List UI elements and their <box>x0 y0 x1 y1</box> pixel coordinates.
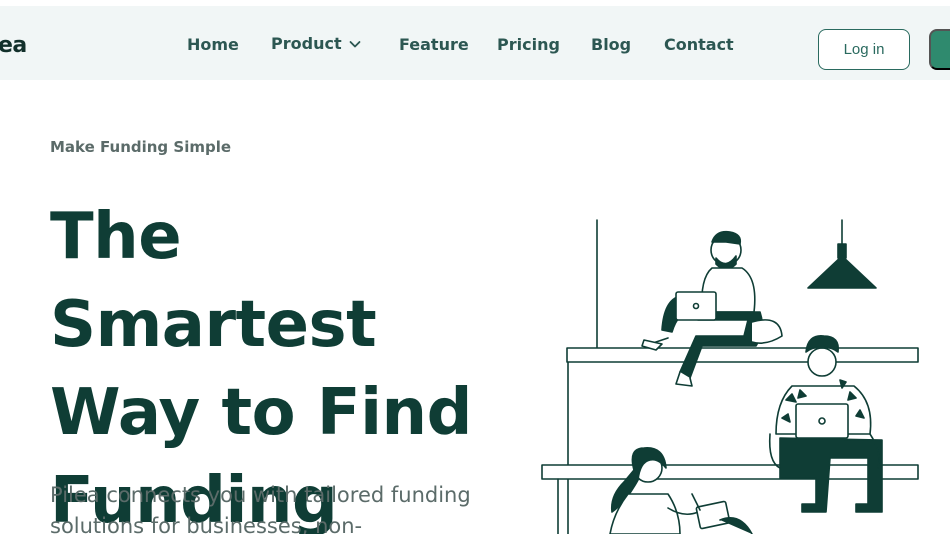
lamp-icon <box>807 219 877 289</box>
nav-link-product-label: Product <box>271 34 342 53</box>
nav-link-feature[interactable]: Feature <box>399 35 469 54</box>
hero-headline-line-1: The Smartest <box>50 200 377 362</box>
person-tablet-bottom <box>609 447 753 534</box>
nav-link-product[interactable]: Product <box>271 34 362 53</box>
nav-link-pricing[interactable]: Pricing <box>497 35 560 54</box>
nav-link-home[interactable]: Home <box>187 35 239 54</box>
person-laptop-top <box>641 230 783 387</box>
hero-subtext: Pilea connects you with tailored funding… <box>50 483 471 534</box>
nav-link-blog[interactable]: Blog <box>591 35 631 54</box>
hero-illustration <box>541 219 919 534</box>
hero-headline-line-2: Way to Find <box>50 376 472 450</box>
nav-link-contact[interactable]: Contact <box>664 35 734 54</box>
navbar: ea Home Product Feature Pricing Blog Con… <box>0 6 950 80</box>
login-button[interactable]: Log in <box>818 29 910 70</box>
hero-eyebrow: Make Funding Simple <box>50 138 232 156</box>
chevron-down-icon <box>349 40 360 47</box>
signup-button[interactable] <box>929 29 950 70</box>
brand-logo[interactable]: ea <box>0 33 27 58</box>
